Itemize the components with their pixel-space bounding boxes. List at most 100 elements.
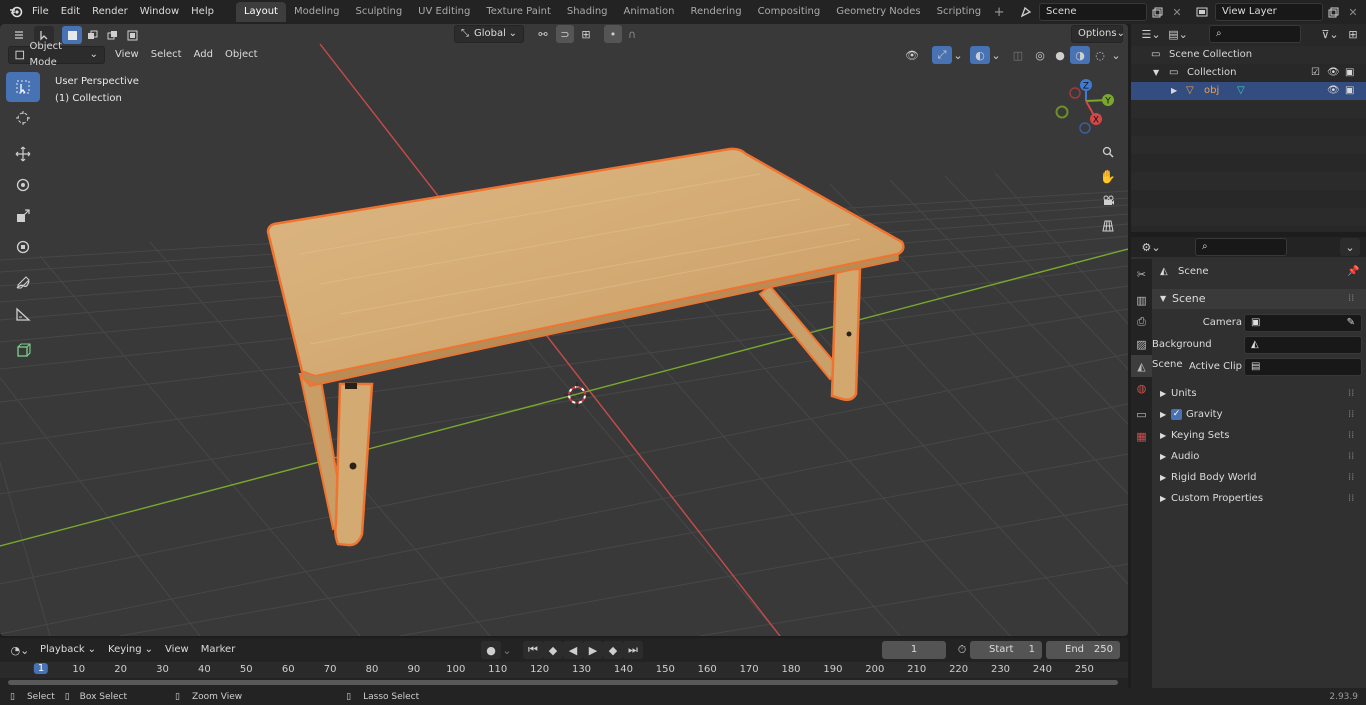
stopwatch-icon[interactable]: ⏱: [952, 641, 972, 659]
drag-handle-icon[interactable]: ⁞⁞: [1348, 447, 1354, 467]
collection-tab-icon[interactable]: ▭: [1131, 403, 1152, 425]
tab-uv-editing[interactable]: UV Editing: [410, 2, 478, 22]
chevron-down-icon[interactable]: ⌄: [1110, 46, 1122, 64]
material-shading-icon[interactable]: ◑: [1070, 46, 1090, 64]
chevron-down-icon[interactable]: ⌄: [501, 641, 513, 659]
tab-sculpting[interactable]: Sculpting: [347, 2, 410, 22]
delete-view-layer-icon[interactable]: ✕: [1343, 3, 1363, 21]
drag-handle-icon[interactable]: ⁞⁞: [1348, 468, 1354, 488]
menu-window[interactable]: Window: [134, 2, 185, 22]
chevron-down-icon[interactable]: ⌄: [990, 46, 1002, 64]
proportional-edit-icon[interactable]: •: [604, 25, 622, 43]
outliner-row-scene-collection[interactable]: ▭ Scene Collection: [1131, 46, 1366, 64]
active-clip-field[interactable]: ▤: [1244, 358, 1362, 376]
xray-toggle-icon[interactable]: ◫: [1008, 46, 1028, 64]
scene-name-field[interactable]: Scene: [1039, 3, 1147, 21]
output-tab-icon[interactable]: ⎙: [1131, 311, 1152, 333]
tab-texture-paint[interactable]: Texture Paint: [478, 2, 559, 22]
properties-search-input[interactable]: ⌕: [1195, 238, 1287, 256]
tab-modeling[interactable]: Modeling: [286, 2, 348, 22]
navigation-gizmo[interactable]: Z Y X: [1050, 76, 1122, 138]
properties-editor[interactable]: ⚙⌄ ⌕ ⌄ ✂ ▥ ⎙ ▨ ◭ ◍ ▭ ▦ ◭ Scene 📌 ▼ Scene…: [1131, 237, 1366, 688]
menu-render[interactable]: Render: [86, 2, 134, 22]
menu-view[interactable]: View: [109, 46, 145, 64]
menu-file[interactable]: File: [26, 2, 55, 22]
display-mode-icon[interactable]: ▤⌄: [1165, 25, 1191, 43]
menu-help[interactable]: Help: [185, 2, 220, 22]
timeline-editor[interactable]: ◔⌄ Playback ⌄ Keying ⌄ View Marker ● ⌄ ⏮ ◆…: [0, 638, 1128, 688]
tab-geometry-nodes[interactable]: Geometry Nodes: [828, 2, 928, 22]
audio-panel[interactable]: ▶ Audio ⁞⁞: [1154, 447, 1364, 467]
overlay-toggle-icon[interactable]: ◐: [970, 46, 990, 64]
world-tab-icon[interactable]: ◍: [1131, 377, 1152, 399]
jump-end-icon[interactable]: ⏭: [623, 641, 643, 659]
scene-selector-icon[interactable]: [1013, 3, 1039, 21]
units-panel[interactable]: ▶ Units ⁞⁞: [1154, 384, 1364, 404]
tab-shading[interactable]: Shading: [559, 2, 616, 22]
menu-select[interactable]: Select: [145, 46, 188, 64]
chevron-down-icon[interactable]: ⌄: [1340, 238, 1360, 256]
select-box-tool-icon[interactable]: [6, 72, 40, 102]
perspective-toggle-icon[interactable]: [1097, 215, 1119, 237]
texture-tab-icon[interactable]: ▦: [1131, 425, 1152, 447]
camera-field[interactable]: ▣ ✎: [1244, 314, 1362, 332]
annotate-tool-icon[interactable]: [6, 268, 40, 298]
keying-sets-panel[interactable]: ▶ Keying Sets ⁞⁞: [1154, 426, 1364, 446]
tab-compositing[interactable]: Compositing: [750, 2, 829, 22]
menu-marker[interactable]: Marker: [195, 641, 242, 659]
camera-view-icon[interactable]: [1097, 190, 1119, 212]
camera-render-icon[interactable]: ▣: [1345, 64, 1354, 82]
play-icon[interactable]: ▶: [583, 641, 603, 659]
timeline-scrollbar[interactable]: [8, 680, 1118, 685]
eyedropper-icon[interactable]: ✎: [1347, 315, 1355, 331]
proportional-falloff-icon[interactable]: ∩: [622, 25, 642, 43]
record-icon[interactable]: ●: [481, 641, 501, 659]
frame-ruler[interactable]: 1 10 20 30 40 50 60 70 80 90 100 110 120 130 140 150 160…: [0, 662, 1128, 678]
delete-scene-icon[interactable]: ✕: [1167, 3, 1187, 21]
jump-start-icon[interactable]: ⏮: [523, 641, 543, 659]
select-intersect-icon[interactable]: [122, 26, 142, 44]
tab-animation[interactable]: Animation: [616, 2, 683, 22]
drag-handle-icon[interactable]: ⁞⁞: [1348, 489, 1354, 509]
play-reverse-icon[interactable]: ◀: [563, 641, 583, 659]
blender-logo-icon[interactable]: [6, 3, 26, 21]
pivot-point-icon[interactable]: ⚯: [530, 25, 556, 43]
menu-object[interactable]: Object: [219, 46, 264, 64]
render-tab-icon[interactable]: ▥: [1131, 289, 1152, 311]
viewport-scene[interactable]: [0, 24, 1128, 636]
scale-tool-icon[interactable]: [6, 201, 40, 231]
filter-icon[interactable]: ⊽⌄: [1317, 25, 1343, 43]
outliner[interactable]: ☰⌄ ▤⌄ ⌕ ⊽⌄ ⊞ ▭ Scene Collection ▼ ▭ Coll…: [1131, 24, 1366, 232]
start-frame-field[interactable]: Start 1: [970, 641, 1042, 659]
scene-tab-icon[interactable]: ◭: [1131, 355, 1152, 377]
chevron-down-icon[interactable]: ⌄: [952, 46, 964, 64]
tab-scripting[interactable]: Scripting: [929, 2, 989, 22]
outliner-row-collection[interactable]: ▼ ▭ Collection ☑ 👁 ▣: [1131, 64, 1366, 82]
move-tool-icon[interactable]: [6, 139, 40, 169]
add-cube-tool-icon[interactable]: [6, 335, 40, 365]
solid-shading-icon[interactable]: ●: [1050, 46, 1070, 64]
drag-handle-icon[interactable]: ⁞⁞: [1348, 426, 1354, 446]
eye-icon[interactable]: 👁: [1327, 82, 1340, 100]
drag-handle-icon[interactable]: ⁞⁞: [1348, 289, 1354, 309]
background-scene-field[interactable]: ◭: [1244, 336, 1362, 354]
menu-edit[interactable]: Edit: [55, 2, 86, 22]
new-collection-icon[interactable]: ⊞: [1343, 25, 1363, 43]
snap-toggle-icon[interactable]: ⊃: [556, 25, 574, 43]
properties-editor-type-icon[interactable]: ⚙⌄: [1137, 238, 1165, 256]
zoom-view-icon[interactable]: [1097, 141, 1119, 163]
3d-viewport[interactable]: Object Mode ⌄ View Select Add Object ⤡ G…: [0, 24, 1128, 636]
expand-arrow-icon[interactable]: ▶: [1171, 82, 1177, 100]
gravity-checkbox[interactable]: ✓: [1171, 409, 1182, 420]
tab-layout[interactable]: Layout: [235, 2, 286, 22]
end-frame-field[interactable]: End 250: [1046, 641, 1120, 659]
gizmo-toggle-icon[interactable]: ⤢: [932, 46, 952, 64]
snap-settings-icon[interactable]: ⊞: [574, 25, 598, 43]
eye-icon[interactable]: 👁: [1327, 64, 1340, 82]
object-mode-dropdown[interactable]: Object Mode ⌄: [8, 41, 105, 68]
outliner-row-obj[interactable]: ▶ ▽ obj ▽ 👁 ▣: [1131, 82, 1366, 100]
prev-keyframe-icon[interactable]: ◆: [543, 641, 563, 659]
drag-handle-icon[interactable]: ⁞⁞: [1348, 384, 1354, 404]
pin-icon[interactable]: 📌: [1347, 262, 1359, 282]
wireframe-shading-icon[interactable]: ◎: [1030, 46, 1050, 64]
